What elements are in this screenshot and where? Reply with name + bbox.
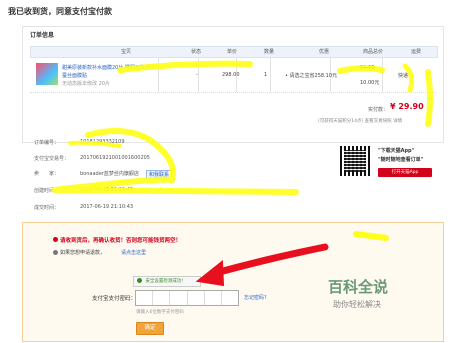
password-digit[interactable]	[205, 291, 222, 305]
password-hint: 请输入6位数字支付密码	[136, 310, 184, 315]
alipay-password-input[interactable]	[135, 290, 239, 306]
refund-info-text: 如果您想申请退款，	[60, 250, 106, 256]
open-app-button[interactable]: 打开天猫App	[378, 168, 432, 177]
order-table-header: 宝贝 状态 单价 数量 优惠 商品总价 运费	[30, 46, 438, 58]
order-section-title: 订单信息	[30, 32, 55, 39]
col-discount: 优惠	[319, 49, 330, 55]
password-digit[interactable]	[222, 291, 238, 305]
forgot-password-link[interactable]: 忘记密码?	[244, 294, 267, 301]
product-sku: 无动态版本修改 20片	[62, 81, 110, 87]
alipay-no-label: 支付宝交易号：	[34, 156, 70, 162]
contact-seller-button[interactable]: 和我联系	[146, 170, 173, 179]
col-unit-price: 单价	[227, 49, 238, 55]
deal-time-label: 成交时间：	[34, 205, 60, 211]
created-time-label: 创建时间：	[34, 188, 60, 194]
col-divider	[158, 58, 159, 92]
product-name-link[interactable]: 甜美原装新款补水面膜20片 睡眠面膜保湿	[62, 64, 155, 71]
paid-note[interactable]: (可获得天猫积分14点) 查看交易快照 详情	[318, 118, 402, 124]
paid-amount: ¥ 29.90	[390, 102, 424, 111]
created-time-value: 2017-06-19 21:10:43	[80, 187, 134, 193]
alipay-no-value: 2017061921001001600205	[80, 155, 150, 161]
product-unit-price: 298.00	[222, 72, 240, 78]
col-quantity: 数量	[264, 49, 275, 55]
seller-link[interactable]: bonaader蓝梦丝内旗舰店	[80, 170, 139, 177]
col-divider	[382, 58, 383, 92]
app-promo-line2: "随时随地查看订单"	[378, 157, 424, 163]
product-quantity: 1	[264, 72, 268, 78]
refund-link[interactable]: 请点击这里	[121, 249, 146, 256]
order-no-label: 订单编号：	[34, 140, 60, 146]
page-title: 我已收到货，同意支付宝付款	[8, 7, 112, 16]
product-shipping: 快递：	[398, 73, 414, 79]
col-shipping: 运费	[411, 49, 422, 55]
product-name-link-2[interactable]: 蚕丝面膜贴	[62, 72, 87, 79]
product-thumbnail[interactable]	[36, 63, 58, 85]
watermark-subtitle: 助你轻松解决	[333, 300, 381, 309]
col-status: 状态	[191, 49, 202, 55]
order-no-value: 10181293332109	[80, 139, 125, 145]
password-digit[interactable]	[153, 291, 171, 305]
product-discount: • 请选之宝省258.10元	[285, 73, 338, 79]
security-check-status: 安全设置检测成功!	[133, 276, 201, 287]
watermark-title: 百科全说	[328, 278, 389, 296]
confirm-button[interactable]: 确定	[136, 322, 164, 335]
warning-icon	[53, 237, 58, 242]
password-digit[interactable]	[188, 291, 205, 305]
col-divider	[198, 58, 199, 92]
product-original-total: 39.90	[360, 65, 375, 71]
warning-text: 请收到货后，再确认收货！否则您可能钱货两空！	[60, 238, 182, 244]
security-check-text: 安全设置检测成功!	[145, 279, 184, 284]
password-label: 支付宝支付密码：	[92, 296, 137, 302]
check-icon	[137, 278, 142, 283]
password-digit[interactable]	[136, 291, 154, 305]
password-digit[interactable]	[170, 291, 188, 305]
app-promo-line1: "下载天猫App"	[378, 148, 415, 154]
col-divider	[270, 58, 271, 92]
product-subtotal: 10.00元	[360, 80, 380, 86]
deal-time-value: 2017-06-19 21:10:43	[80, 204, 134, 210]
col-item: 宝贝	[121, 49, 132, 55]
col-subtotal: 商品总价	[363, 49, 384, 55]
qr-code-icon	[340, 146, 370, 176]
info-icon	[53, 250, 58, 255]
paid-label: 实付款：	[368, 107, 389, 113]
seller-label: 卖 家：	[34, 171, 60, 177]
product-status: -	[196, 72, 198, 78]
